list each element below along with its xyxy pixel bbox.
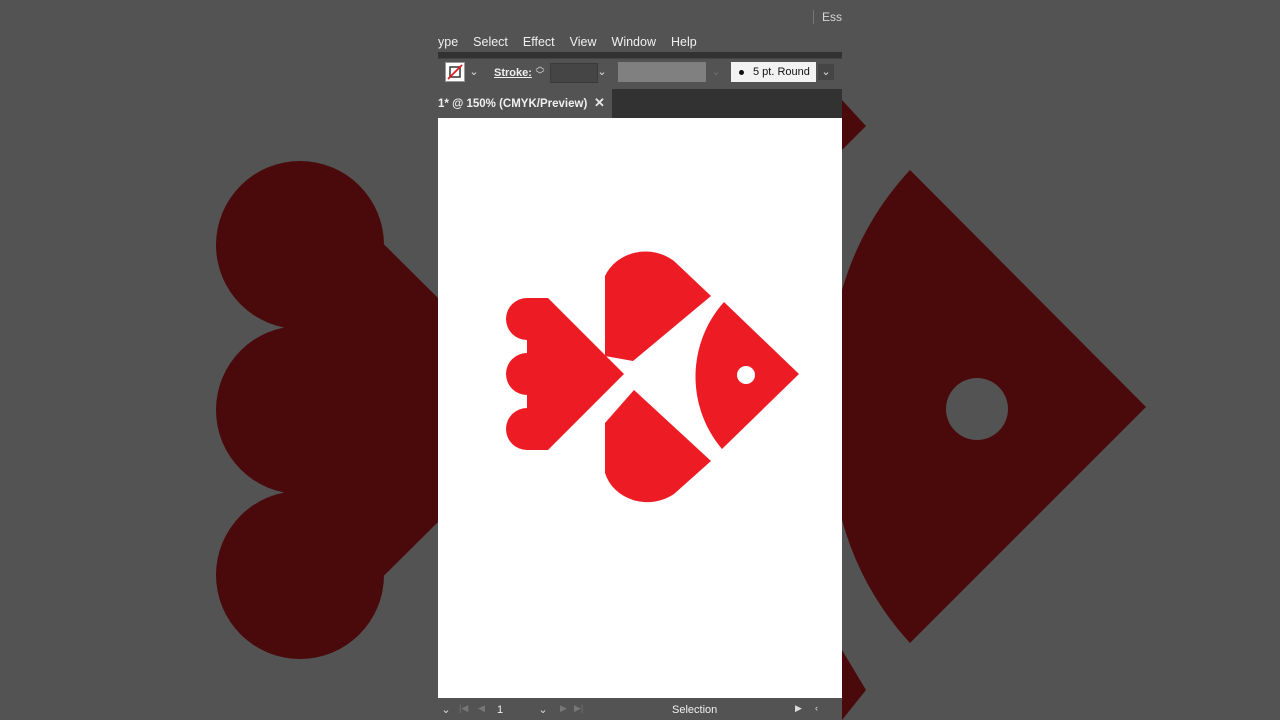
artboard[interactable] <box>438 118 842 698</box>
chevron-down-icon[interactable]: ⌄ <box>594 64 610 80</box>
chevron-down-icon: ⌄ <box>711 66 721 78</box>
status-menu-arrow-icon[interactable]: ▶ <box>795 703 802 714</box>
fish-logo-artwork[interactable] <box>438 118 842 698</box>
upper-fin <box>605 251 711 361</box>
fish-eye <box>737 366 755 384</box>
stroke-weight-input[interactable] <box>550 63 598 83</box>
menu-bar: ype Select Effect View Window Help <box>438 32 842 52</box>
menu-help[interactable]: Help <box>671 35 697 49</box>
artboard-number-field[interactable]: 1 <box>497 704 503 716</box>
stroke-label[interactable]: Stroke: <box>494 67 532 79</box>
brush-definition-field[interactable]: 5 pt. Round <box>731 62 816 82</box>
chevron-down-icon[interactable]: ⌄ <box>818 64 834 80</box>
chevron-down-icon[interactable]: ⌄ <box>466 64 482 80</box>
chevron-down-icon[interactable]: ⌄ <box>438 702 454 718</box>
last-artboard-icon[interactable]: ▶| <box>574 703 583 714</box>
document-tab-row: 1* @ 150% (CMYK/Preview) ✕ <box>438 89 842 118</box>
none-stroke-swatch-icon[interactable] <box>445 62 465 82</box>
menu-view[interactable]: View <box>570 35 597 49</box>
chevron-down-icon[interactable]: ⌄ <box>535 702 551 718</box>
close-icon[interactable]: ✕ <box>594 95 605 111</box>
menu-effect[interactable]: Effect <box>523 35 555 49</box>
status-selection: Selection <box>672 704 718 716</box>
menu-type[interactable]: ype <box>438 35 458 49</box>
menu-window[interactable]: Window <box>612 35 656 49</box>
document-tab[interactable]: 1* @ 150% (CMYK/Preview) ✕ <box>438 89 612 118</box>
menu-select[interactable]: Select <box>473 35 508 49</box>
stroke-weight-spinner-icon[interactable]: ︿ ﹀ <box>534 62 546 82</box>
variable-width-profile-field[interactable] <box>618 62 706 82</box>
brush-dot-icon <box>739 69 744 75</box>
scroll-left-icon[interactable]: ‹ <box>815 703 818 713</box>
previous-artboard-icon[interactable]: ◀ <box>478 703 485 714</box>
brush-definition-label: 5 pt. Round <box>753 66 810 78</box>
illustrator-window: Ess ype Select Effect View Window Help ⌄… <box>438 0 842 720</box>
lower-fin <box>605 390 711 503</box>
document-tab-title: 1* @ 150% (CMYK/Preview) <box>438 98 588 110</box>
first-artboard-icon[interactable]: |◀ <box>459 703 468 714</box>
next-artboard-icon[interactable]: ▶ <box>560 703 567 714</box>
workspace-switcher[interactable]: Ess <box>812 10 842 24</box>
title-bar: Ess <box>438 0 842 33</box>
